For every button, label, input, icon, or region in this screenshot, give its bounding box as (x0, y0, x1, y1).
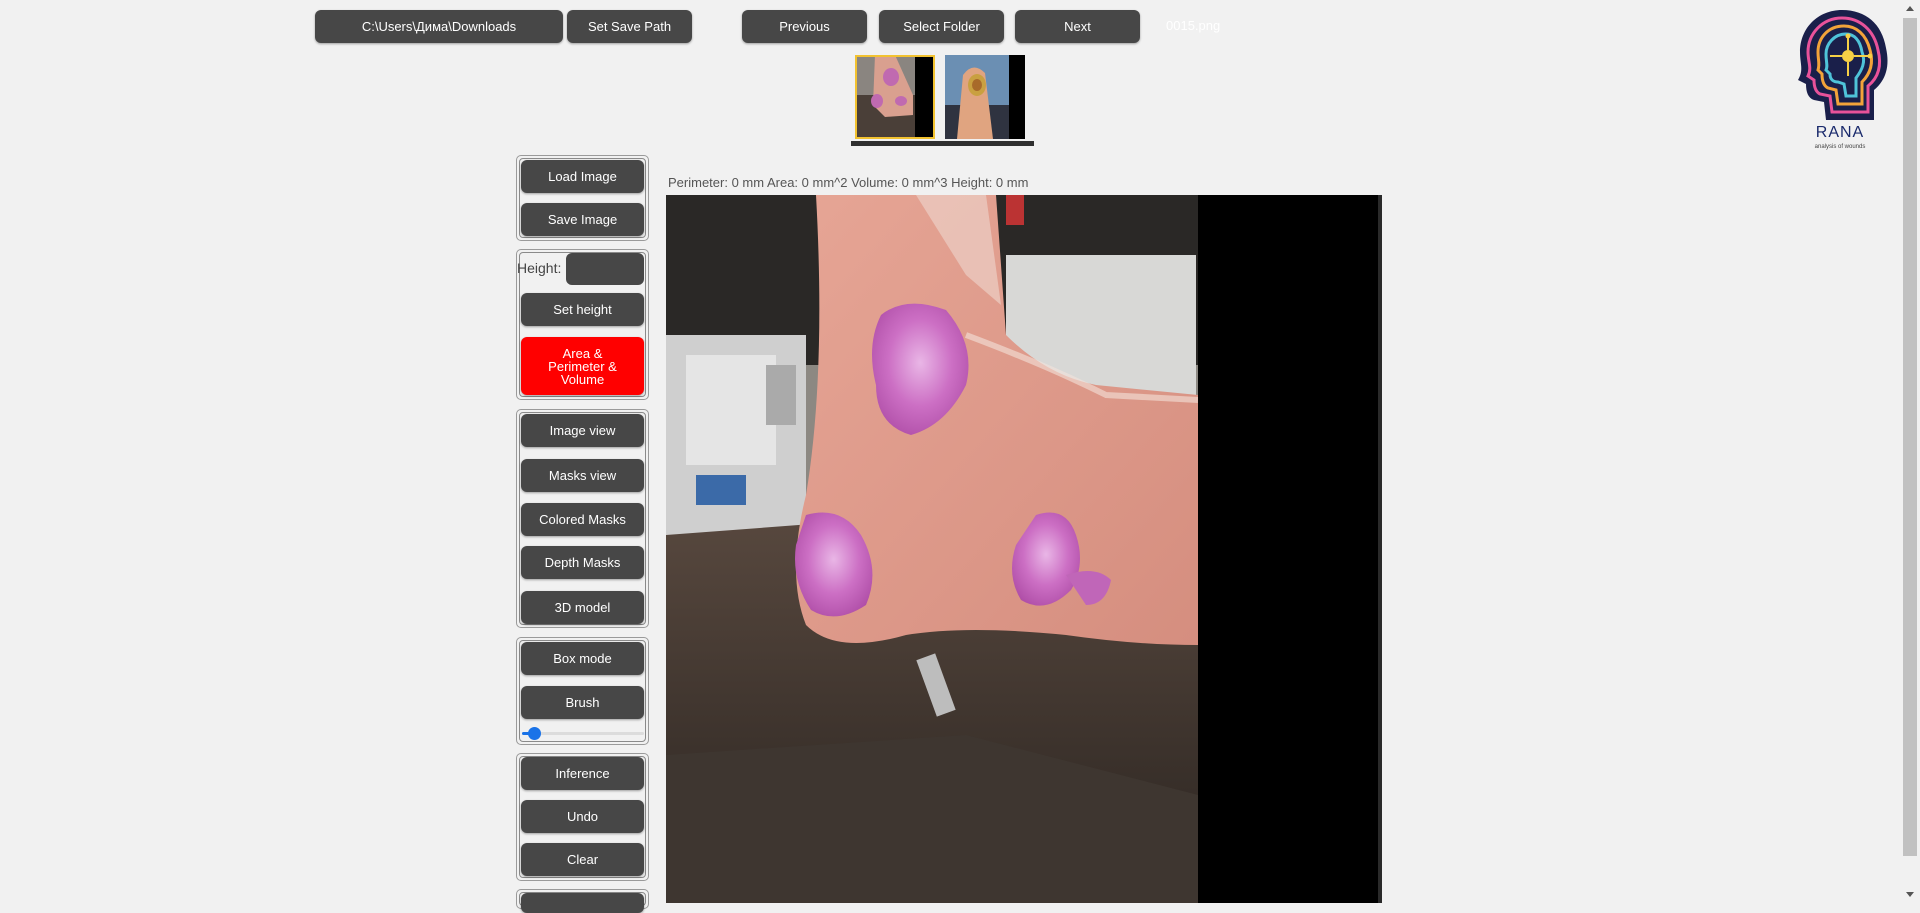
head-circuit-logo-icon (1798, 10, 1888, 120)
next-button[interactable]: Next (1015, 10, 1140, 43)
thumbnail-2[interactable] (945, 55, 1025, 139)
scrollbar-thumb[interactable] (1903, 18, 1917, 856)
save-path-field[interactable]: C:\Users\Дима\Downloads (315, 10, 563, 43)
thumbnail-2-image (945, 55, 1025, 139)
previous-button[interactable]: Previous (742, 10, 867, 43)
save-image-button[interactable]: Save Image (521, 203, 644, 236)
page-scrollbar[interactable] (1900, 0, 1920, 903)
current-filename: 0015.png (1166, 18, 1221, 33)
thumbnail-strip-scrollbar[interactable] (851, 141, 1034, 146)
viewer-edge (1378, 195, 1382, 903)
set-height-button[interactable]: Set height (521, 293, 644, 326)
height-label: Height: (517, 260, 562, 276)
clear-button[interactable]: Clear (521, 843, 644, 876)
thumbnail-strip (851, 55, 1034, 147)
brush-size-slider[interactable] (522, 727, 644, 740)
wound-image (666, 195, 1382, 903)
set-save-path-button[interactable]: Set Save Path (567, 10, 692, 43)
image-viewer-canvas[interactable] (666, 195, 1382, 903)
inference-button[interactable]: Inference (521, 757, 644, 790)
depth-masks-button[interactable]: Depth Masks (521, 546, 644, 579)
logo-subtitle: analysis of wounds (1814, 144, 1866, 150)
logo-name: RANA (1815, 124, 1865, 141)
area-perimeter-volume-button[interactable]: Area & Perimeter & Volume (521, 337, 644, 395)
select-folder-button[interactable]: Select Folder (879, 10, 1004, 43)
more-button[interactable] (521, 893, 644, 913)
masks-view-button[interactable]: Masks view (521, 459, 644, 492)
3d-model-button[interactable]: 3D model (521, 591, 644, 624)
image-view-button[interactable]: Image view (521, 414, 644, 447)
rana-logo: RANA analysis of wounds (1790, 6, 1890, 154)
thumbnail-1-image (855, 55, 935, 139)
height-input[interactable] (566, 253, 644, 285)
scroll-down-icon[interactable] (1906, 892, 1914, 897)
load-image-button[interactable]: Load Image (521, 160, 644, 193)
measurement-stats: Perimeter: 0 mm Area: 0 mm^2 Volume: 0 m… (668, 175, 1029, 190)
brush-button[interactable]: Brush (521, 686, 644, 719)
undo-button[interactable]: Undo (521, 800, 644, 833)
colored-masks-button[interactable]: Colored Masks (521, 503, 644, 536)
box-mode-button[interactable]: Box mode (521, 642, 644, 675)
scroll-up-icon[interactable] (1906, 6, 1914, 11)
thumbnail-1[interactable] (855, 55, 935, 139)
